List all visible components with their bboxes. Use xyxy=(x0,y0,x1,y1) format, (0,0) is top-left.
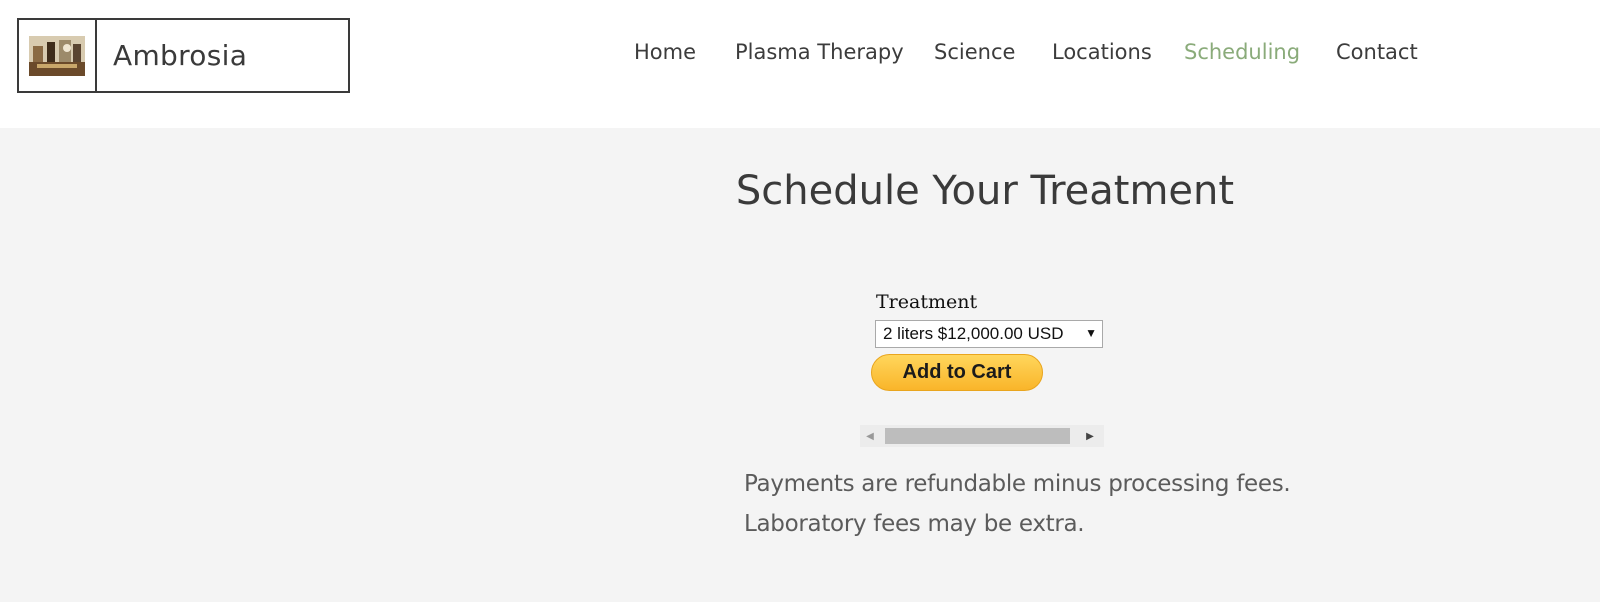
add-to-cart-button[interactable]: Add to Cart xyxy=(871,354,1043,391)
lab-fees-note: Laboratory fees may be extra. xyxy=(744,511,1085,537)
refund-note: Payments are refundable minus processing… xyxy=(744,471,1291,497)
scrollbar-thumb[interactable] xyxy=(885,428,1070,444)
treatment-select[interactable]: 2 liters $12,000.00 USD ▼ xyxy=(875,320,1103,348)
logo-image-icon xyxy=(19,20,97,91)
scroll-left-icon[interactable]: ◀ xyxy=(860,425,880,447)
page-title: Schedule Your Treatment xyxy=(735,168,1235,214)
nav-item-locations[interactable]: Locations xyxy=(1052,40,1152,64)
scroll-right-icon[interactable]: ▶ xyxy=(1080,425,1100,447)
nav-item-plasma-therapy[interactable]: Plasma Therapy xyxy=(735,40,904,64)
nav-item-home[interactable]: Home xyxy=(634,40,696,64)
treatment-label: Treatment xyxy=(876,291,978,313)
dropdown-arrow-icon: ▼ xyxy=(1085,326,1097,340)
site-name: Ambrosia xyxy=(113,39,248,72)
nav-item-science[interactable]: Science xyxy=(934,40,1015,64)
treatment-select-value: 2 liters $12,000.00 USD xyxy=(883,324,1064,343)
nav-item-contact[interactable]: Contact xyxy=(1336,40,1418,64)
site-header: Ambrosia Home Plasma Therapy Science Loc… xyxy=(0,0,1600,128)
nav-item-scheduling[interactable]: Scheduling xyxy=(1184,40,1300,64)
site-logo[interactable]: Ambrosia xyxy=(17,18,350,93)
horizontal-scrollbar[interactable]: ◀ ▶ xyxy=(860,425,1104,447)
